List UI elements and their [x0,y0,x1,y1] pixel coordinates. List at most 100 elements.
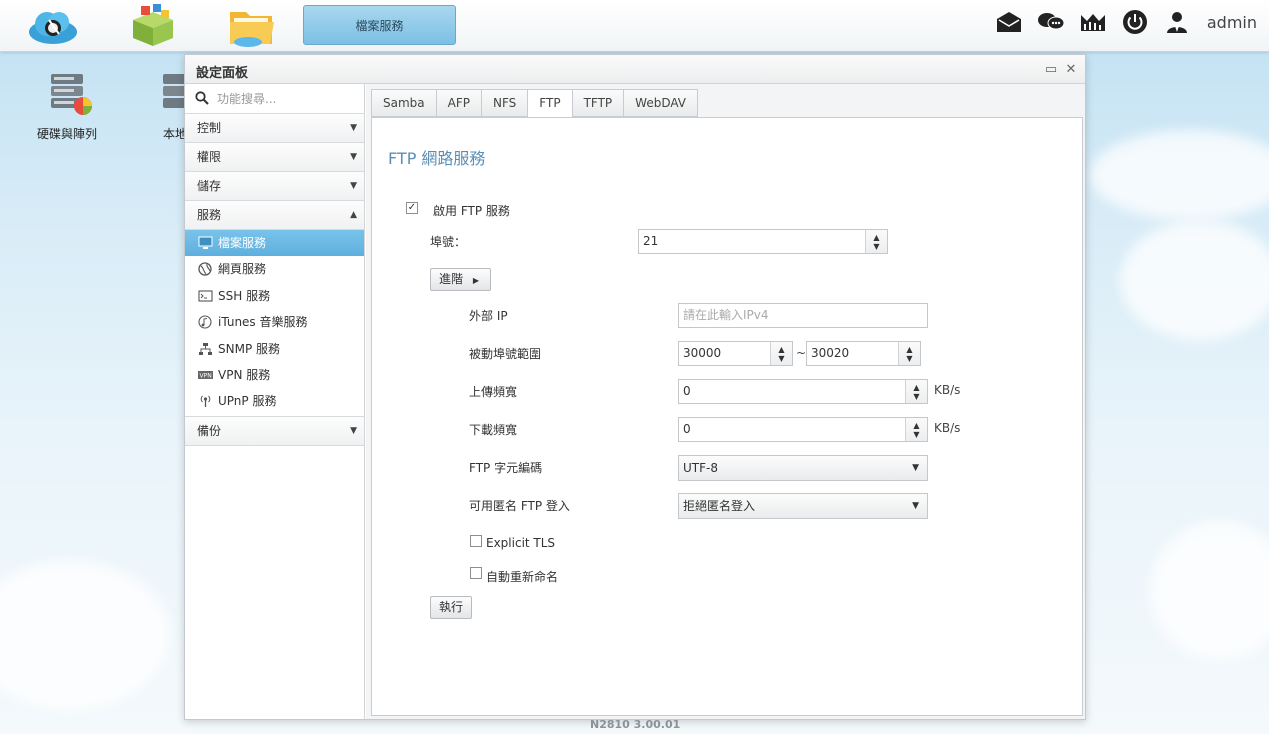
vpn-icon: VPN [198,370,213,379]
passive-port-to-stepper[interactable]: ▲ ▼ [898,342,920,365]
window-titlebar[interactable]: 設定面板 ▭ ✕ [185,55,1085,84]
sidebar-item-upnp-service[interactable]: UPnP 服務 [185,388,364,414]
category-label: 備份 [197,423,222,438]
chevron-up-icon: ▲ [350,210,357,220]
apply-button[interactable]: 執行 [430,596,473,619]
passive-port-from-stepper[interactable]: ▲ ▼ [770,342,792,365]
svg-text:VPN: VPN [200,372,212,379]
app-center-icon[interactable] [127,4,179,48]
tab-tftp[interactable]: TFTP [571,89,624,117]
download-bandwidth-stepper[interactable]: ▲ ▼ [905,418,927,441]
tab-nfs[interactable]: NFS [481,89,528,117]
music-icon [198,315,212,329]
sidebar-item-snmp-service[interactable]: SNMP 服務 [185,336,364,362]
explicit-tls-label: Explicit TLS [486,536,556,550]
top-taskbar: 檔案服務 admin [0,0,1269,52]
category-label: 儲存 [197,179,222,193]
enable-ftp-checkbox[interactable]: ✓ [406,202,418,214]
upload-bandwidth-stepper[interactable]: ▲ ▼ [905,380,927,403]
chat-icon[interactable] [1037,8,1065,36]
chevron-down-icon: ▼ [912,463,919,473]
sidebar-item-web-service[interactable]: 網頁服務 [185,256,364,282]
user-icon[interactable] [1163,8,1191,36]
anonymous-login-value: 拒絕匿名登入 [683,499,756,513]
sidebar-category-service[interactable]: 服務 ▲ [185,201,364,230]
download-bandwidth-label: 下載頻寬 [469,423,518,437]
chevron-right-icon: ▶ [472,276,479,285]
category-label: 控制 [197,121,222,135]
settings-window: 設定面板 ▭ ✕ 控制 ▼ 權限 ▼ 儲存 ▼ 服務 ▲ 檔案服務 [184,54,1086,720]
ftp-charset-label: FTP 字元編碼 [469,461,543,475]
sidebar-item-file-service[interactable]: 檔案服務 [185,230,364,257]
sidebar-item-label: VPN 服務 [218,367,271,382]
mail-icon[interactable] [995,8,1023,36]
download-bandwidth-input[interactable]: 0 ▲ ▼ [678,417,928,442]
cloud-app-icon[interactable] [27,4,79,48]
download-bandwidth-value: 0 [683,422,691,436]
port-input[interactable]: 21 ▲ ▼ [638,229,888,254]
firmware-version: N2810 3.00.01 [590,718,681,731]
sidebar-category-control[interactable]: 控制 ▼ [185,114,364,143]
sidebar-item-ssh-service[interactable]: SSH 服務 [185,283,364,309]
service-submenu: 檔案服務 網頁服務 SSH 服務 iTunes 音樂服務 SNMP 服務 VPN… [185,230,364,417]
search-icon [195,91,209,105]
tab-webdav[interactable]: WebDAV [623,89,698,117]
advanced-button-label: 進階 [439,272,464,286]
restore-icon[interactable]: ▭ [1043,61,1059,77]
passive-port-from-value: 30000 [683,346,722,360]
username-label[interactable]: admin [1207,13,1257,32]
globe-icon [198,262,212,277]
cloud-decoration [1120,220,1269,340]
enable-ftp-label: 啟用 FTP 服務 [433,204,510,218]
advanced-button[interactable]: 進階 ▶ [430,268,491,291]
search-input[interactable] [217,89,357,109]
upload-bandwidth-input[interactable]: 0 ▲ ▼ [678,379,928,404]
monitor-chart-icon[interactable] [1079,8,1107,36]
tab-afp[interactable]: AFP [435,89,481,117]
sidebar-item-label: SSH 服務 [218,288,271,303]
power-icon[interactable] [1121,8,1149,36]
terminal-icon [198,290,213,302]
download-unit: KB/s [934,421,961,435]
anonymous-login-select[interactable]: 拒絕匿名登入 ▼ [678,493,928,519]
active-app-file-service[interactable]: 檔案服務 [303,5,456,45]
sidebar-category-storage[interactable]: 儲存 ▼ [185,172,364,201]
sidebar-category-permission[interactable]: 權限 ▼ [185,143,364,172]
chevron-down-icon: ▼ [350,152,357,162]
function-search [185,84,364,114]
port-label: 埠號： [430,235,467,249]
explicit-tls-checkbox[interactable] [470,535,482,547]
desktop-icon-label: 本地 [163,127,185,141]
sidebar-category-backup[interactable]: 備份 ▼ [185,416,364,446]
category-label: 服務 [197,208,222,222]
window-title: 設定面板 [196,66,249,81]
desktop-icon-local[interactable]: 本地 [155,72,185,142]
auto-rename-checkbox[interactable] [470,567,482,579]
port-value: 21 [643,234,659,248]
cloud-decoration [0,560,170,710]
chevron-down-icon: ▼ [912,501,919,511]
passive-port-to-input[interactable]: 30020 ▲ ▼ [806,341,921,366]
external-ip-input[interactable]: 請在此輸入IPv4 [678,303,928,328]
sidebar-item-label: 網頁服務 [218,262,267,277]
upload-unit: KB/s [934,383,961,397]
range-separator: ~ [796,346,807,360]
page-title: FTP 網路服務 [388,149,486,168]
sidebar-item-itunes-service[interactable]: iTunes 音樂服務 [185,309,364,335]
port-stepper[interactable]: ▲ ▼ [865,230,887,253]
passive-port-from-input[interactable]: 30000 ▲ ▼ [678,341,793,366]
desktop-icon-disk-raid[interactable]: 硬碟與陣列 [30,72,104,142]
tab-samba[interactable]: Samba [371,89,436,117]
cloud-decoration [1090,130,1269,220]
file-manager-icon[interactable] [226,4,278,48]
desktop-icon-label: 硬碟與陣列 [36,127,97,141]
tab-ftp[interactable]: FTP [527,89,572,118]
antenna-icon [200,395,211,408]
ftp-charset-select[interactable]: UTF-8 ▼ [678,455,928,481]
close-icon[interactable]: ✕ [1063,61,1079,77]
passive-port-range-label: 被動埠號範圍 [469,347,542,361]
sidebar-item-vpn-service[interactable]: VPN VPN 服務 [185,362,364,388]
sidebar-item-label: SNMP 服務 [218,341,280,356]
cloud-decoration [1150,520,1269,660]
service-tabs: Samba AFP NFS FTP TFTP WebDAV [371,89,698,118]
